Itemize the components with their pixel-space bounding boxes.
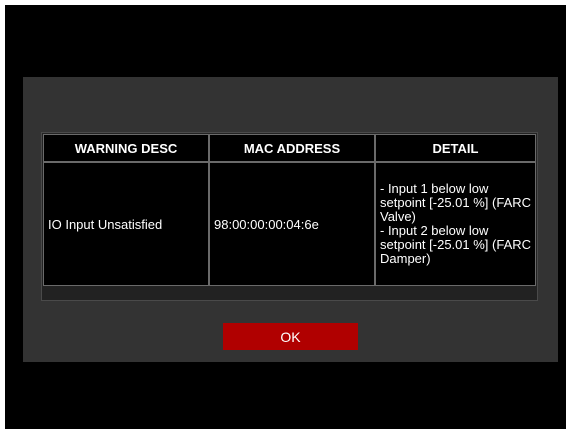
warning-dialog: WARNING DESC MAC ADDRESS DETAIL IO Input… — [23, 77, 558, 362]
table-header-row: WARNING DESC MAC ADDRESS DETAIL — [43, 134, 536, 162]
cell-warning-desc: IO Input Unsatisfied — [43, 162, 209, 286]
header-mac-address: MAC ADDRESS — [209, 134, 375, 162]
cell-detail: - Input 1 below low setpoint [-25.01 %] … — [375, 162, 536, 286]
warning-table: WARNING DESC MAC ADDRESS DETAIL IO Input… — [41, 132, 538, 301]
warning-desc-text: IO Input Unsatisfied — [48, 216, 163, 232]
table-row: IO Input Unsatisfied 98:00:00:00:04:6e -… — [43, 162, 536, 286]
screen: WARNING DESC MAC ADDRESS DETAIL IO Input… — [5, 5, 566, 429]
ok-button[interactable]: OK — [223, 323, 358, 350]
mac-address-text: 98:00:00:00:04:6e — [214, 216, 319, 232]
header-warning-desc: WARNING DESC — [43, 134, 209, 162]
cell-mac-address: 98:00:00:00:04:6e — [209, 162, 375, 286]
detail-text: - Input 1 below low setpoint [-25.01 %] … — [380, 181, 532, 266]
header-detail: DETAIL — [375, 134, 536, 162]
